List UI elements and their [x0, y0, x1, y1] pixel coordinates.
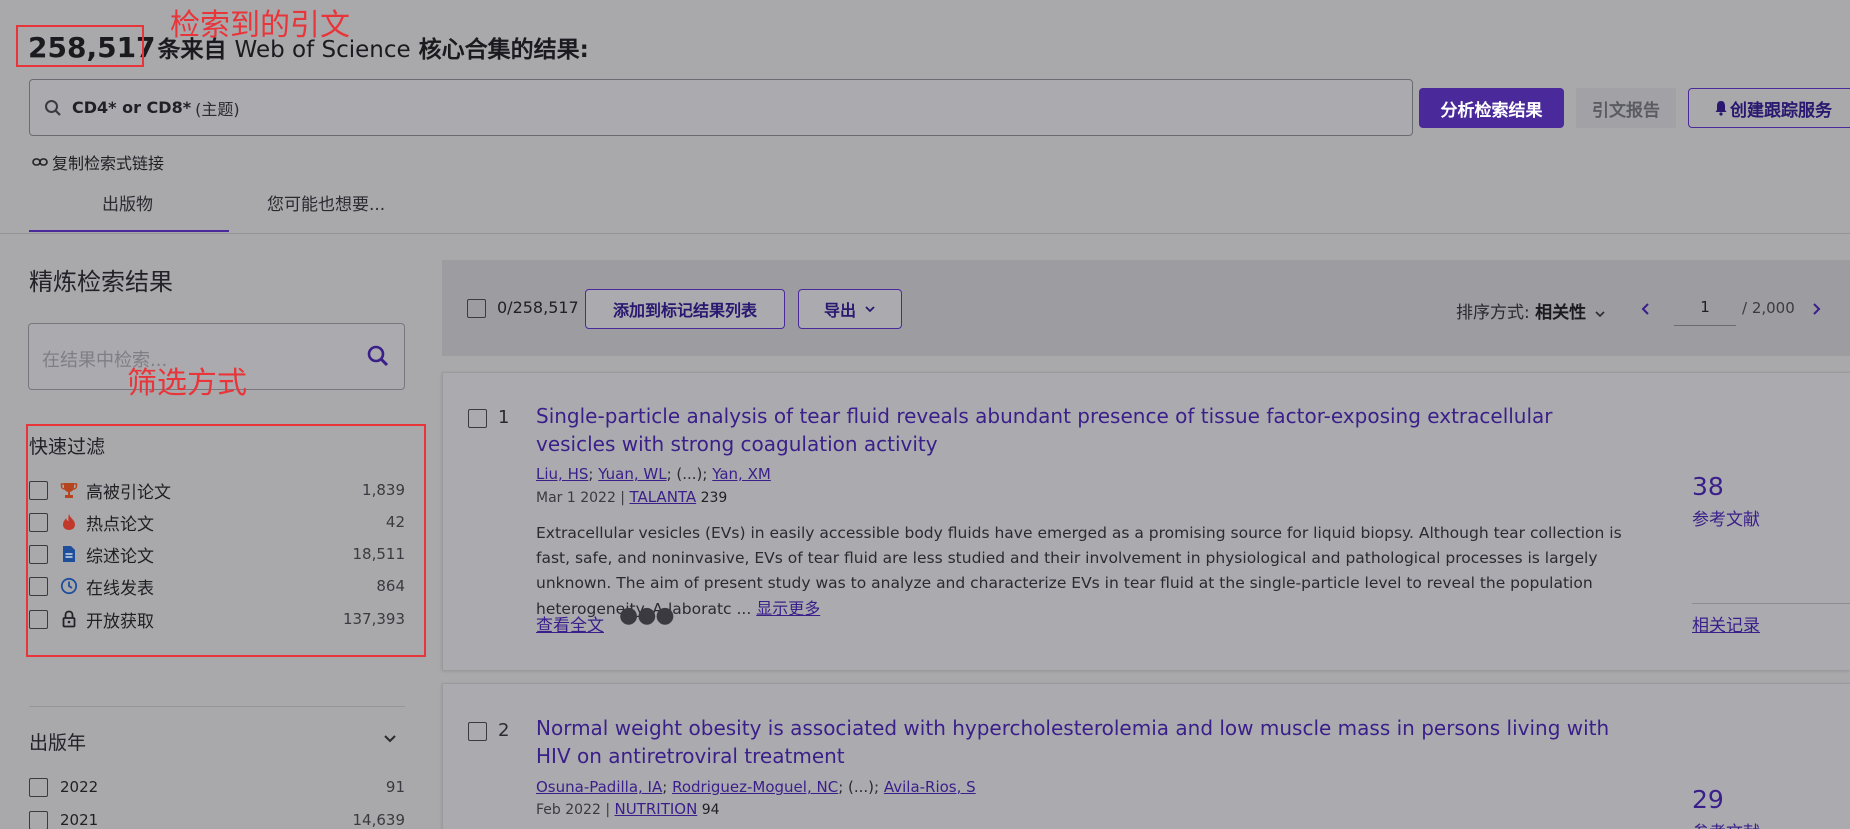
more-options-icon[interactable]: ●●● [619, 603, 675, 628]
reference-count[interactable]: 38 [1692, 472, 1724, 501]
checkbox[interactable] [29, 544, 48, 564]
record-number: 1 [498, 407, 510, 428]
analyze-results-button[interactable]: 分析检索结果 [1419, 88, 1564, 128]
checkbox[interactable] [29, 480, 48, 500]
checkbox[interactable] [29, 810, 48, 829]
author-link[interactable]: Rodriguez-Moguel, NC [672, 778, 838, 796]
page-total: / 2,000 [1742, 299, 1795, 317]
checkbox[interactable] [29, 609, 48, 629]
checkbox[interactable] [29, 576, 48, 596]
selected-count: 0/258,517 [497, 298, 579, 317]
clock-icon [60, 577, 78, 595]
chevron-down-icon[interactable] [383, 734, 397, 744]
quick-filter-review-papers[interactable]: 综述论文 18,511 [29, 542, 405, 567]
sort-by[interactable]: 排序方式: 相关性 [1456, 298, 1606, 323]
record-authors: Osuna-Padilla, IA; Rodriguez-Moguel, NC;… [536, 778, 976, 796]
author-link[interactable]: Yan, XM [712, 465, 771, 483]
select-all-checkbox[interactable] [467, 299, 486, 318]
checkbox[interactable] [29, 777, 48, 797]
link-icon [32, 158, 48, 166]
tab-divider [0, 233, 1850, 234]
previous-page-button[interactable] [1640, 297, 1650, 321]
filter-annotation: 筛选方式 [127, 366, 247, 401]
author-link[interactable]: Liu, HS [536, 465, 588, 483]
record-number: 2 [498, 720, 510, 741]
author-link[interactable]: Osuna-Padilla, IA [536, 778, 662, 796]
search-icon [45, 99, 61, 116]
bell-icon [1715, 101, 1727, 116]
record-authors: Liu, HS; Yuan, WL; (...); Yan, XM [536, 465, 771, 483]
document-icon [60, 545, 78, 563]
citation-report-button[interactable]: 引文报告 [1576, 88, 1676, 128]
publication-year-title[interactable]: 出版年 [29, 728, 86, 755]
active-tab-indicator [29, 230, 229, 232]
pub-year-2021[interactable]: 2021 14,639 [29, 809, 405, 829]
reference-label[interactable]: 参考文献 [1692, 818, 1760, 829]
related-divider [1692, 603, 1850, 604]
next-page-button[interactable] [1812, 297, 1822, 321]
add-to-marked-list-button[interactable]: 添加到标记结果列表 [585, 289, 785, 329]
show-more-link[interactable]: 显示更多 [756, 599, 820, 618]
author-link[interactable]: Avila-Rios, S [884, 778, 976, 796]
author-link[interactable]: Yuan, WL [598, 465, 666, 483]
record-abstract: Extracellular vesicles (EVs) in easily a… [536, 524, 1622, 618]
related-records-link[interactable]: 相关记录 [1692, 611, 1760, 636]
lock-icon [60, 610, 78, 628]
chevron-left-icon [1641, 303, 1649, 315]
quick-filter-title: 快速过滤 [29, 436, 106, 458]
page-number-input[interactable]: 1 [1674, 292, 1736, 326]
create-alert-button[interactable]: 创建跟踪服务 [1688, 88, 1850, 128]
search-icon[interactable] [366, 344, 390, 368]
quick-filter-highly-cited[interactable]: 高被引论文 1,839 [29, 478, 405, 503]
reference-count[interactable]: 29 [1692, 785, 1724, 814]
reference-label[interactable]: 参考文献 [1692, 505, 1760, 530]
count-annotation-box [16, 25, 144, 67]
journal-link[interactable]: NUTRITION [614, 800, 697, 818]
sidebar-divider [29, 706, 405, 707]
journal-link[interactable]: TALANTA [629, 488, 696, 506]
record-checkbox[interactable] [468, 409, 487, 428]
flame-icon [60, 513, 78, 531]
trophy-icon [60, 481, 78, 499]
chevron-right-icon [1813, 303, 1821, 315]
checkbox[interactable] [29, 512, 48, 532]
record-source: Mar 1 2022 | TALANTA 239 [536, 488, 728, 506]
record-title[interactable]: Single-particle analysis of tear fluid r… [536, 402, 1626, 458]
tab-you-may-also-like[interactable]: 您可能也想要... [267, 190, 385, 215]
tab-publications[interactable]: 出版物 [102, 190, 153, 215]
quick-filter-open-access[interactable]: 开放获取 137,393 [29, 607, 405, 632]
chevron-down-icon [865, 306, 875, 313]
export-button[interactable]: 导出 [798, 289, 902, 329]
sort-value: 相关性 [1535, 303, 1587, 323]
chevron-down-icon [1594, 311, 1605, 318]
search-query: CD4* or CD8* [72, 98, 192, 117]
record-source: Feb 2022 | NUTRITION 94 [536, 800, 720, 818]
record-card: 1 Single-particle analysis of tear fluid… [442, 372, 1850, 670]
search-query-field: (主题) [195, 99, 240, 119]
copy-query-link[interactable]: 复制检索式链接 [32, 150, 164, 174]
quick-filter-hot-papers[interactable]: 热点论文 42 [29, 510, 405, 535]
pub-year-2022[interactable]: 2022 91 [29, 776, 405, 798]
quick-filter-early-access[interactable]: 在线发表 864 [29, 574, 405, 599]
refine-results-title: 精炼检索结果 [29, 268, 173, 296]
full-text-link[interactable]: 查看全文 [536, 611, 604, 636]
search-query-bar[interactable]: CD4* or CD8* (主题) [29, 79, 1413, 136]
record-card: 2 Normal weight obesity is associated wi… [442, 683, 1850, 829]
record-checkbox[interactable] [468, 722, 487, 741]
citations-annotation: 检索到的引文 [170, 8, 350, 43]
record-title[interactable]: Normal weight obesity is associated with… [536, 714, 1626, 770]
